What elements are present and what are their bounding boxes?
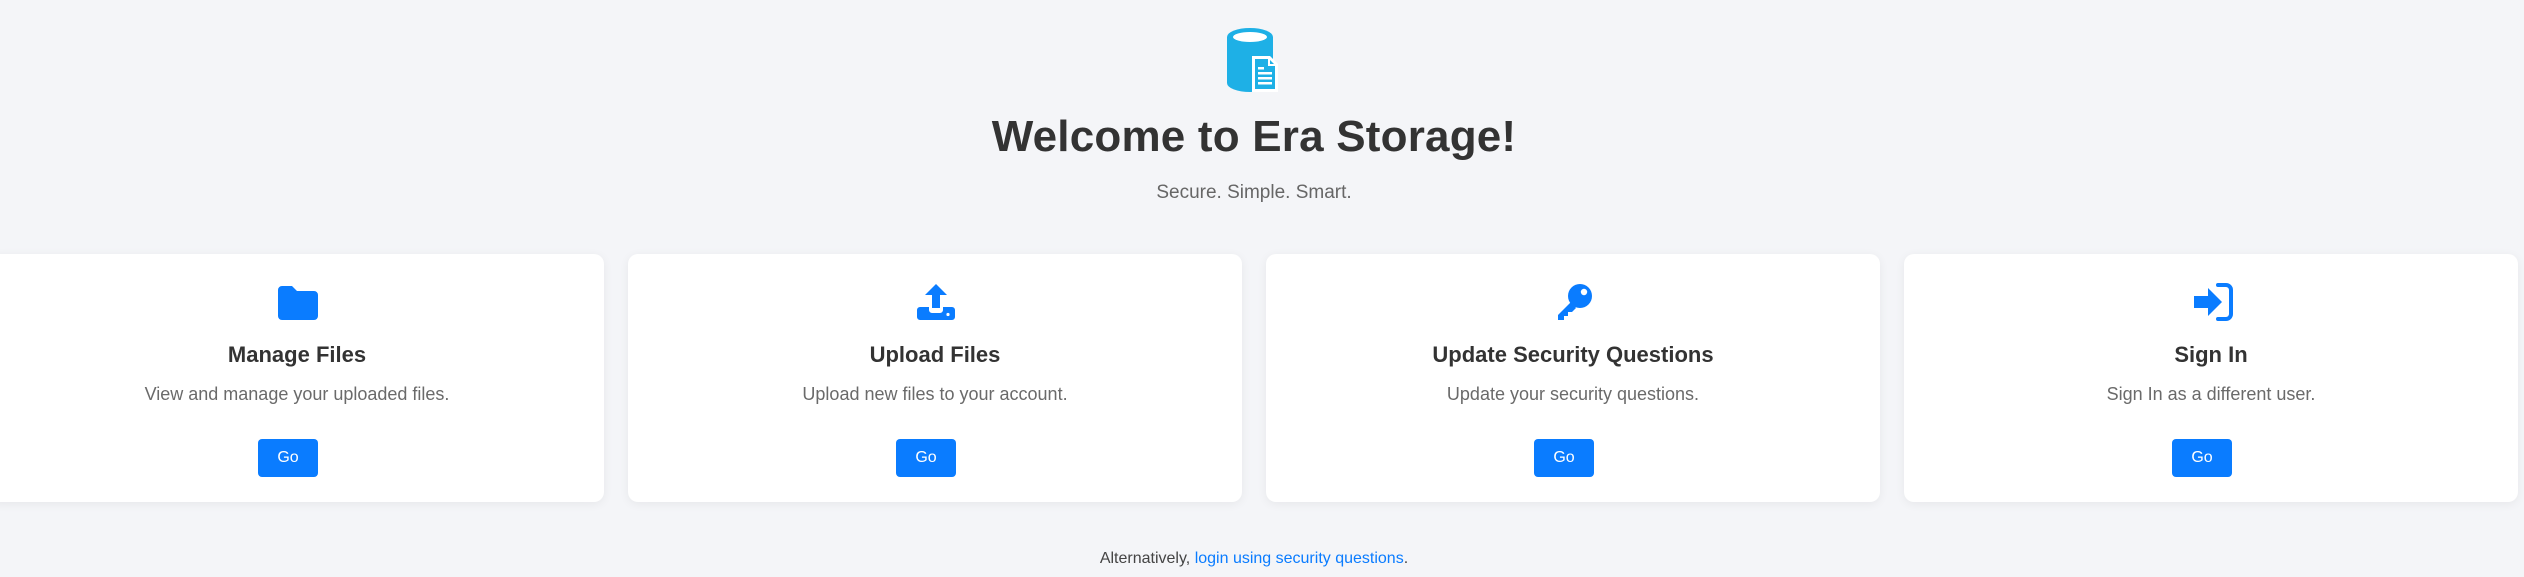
card-title: Upload Files [869, 342, 1001, 367]
sign-in-go-button[interactable]: Go [2172, 439, 2232, 477]
manage-files-go-button[interactable]: Go [258, 439, 318, 477]
page: Welcome to Era Storage! Secure. Simple. … [0, 0, 2524, 577]
footer-suffix: . [1403, 550, 1409, 567]
page-title: Welcome to Era Storage! [991, 112, 1517, 161]
sign-in-card: Sign In Sign In as a different user. Go [1904, 254, 2518, 502]
card-description: View and manage your uploaded files. [144, 384, 450, 404]
card-description: Upload new files to your account. [802, 384, 1068, 404]
upload-files-card: Upload Files Upload new files to your ac… [628, 254, 1242, 502]
card-title: Update Security Questions [1432, 342, 1714, 367]
card-description: Update your security questions. [1446, 384, 1700, 404]
upload-files-go-button[interactable]: Go [896, 439, 956, 477]
update-security-questions-go-button[interactable]: Go [1534, 439, 1594, 477]
key-icon [1558, 284, 1592, 320]
sign-in-icon [2194, 283, 2233, 321]
folder-icon [278, 286, 318, 320]
card-title: Sign In [2174, 342, 2248, 367]
security-questions-login-link[interactable]: login using security questions [1195, 550, 1404, 567]
footer-prefix: Alternatively, [1099, 550, 1191, 567]
card-description: Sign In as a different user. [2106, 384, 2316, 404]
manage-files-card: Manage Files View and manage your upload… [0, 254, 604, 502]
update-security-questions-card: Update Security Questions Update your se… [1266, 254, 1880, 502]
footer-text: Alternatively, login using security ques… [0, 550, 2508, 568]
upload-icon [917, 284, 955, 320]
page-subtitle: Secure. Simple. Smart. [1156, 182, 1352, 203]
storage-document-icon [1227, 28, 1278, 92]
card-title: Manage Files [227, 342, 367, 367]
